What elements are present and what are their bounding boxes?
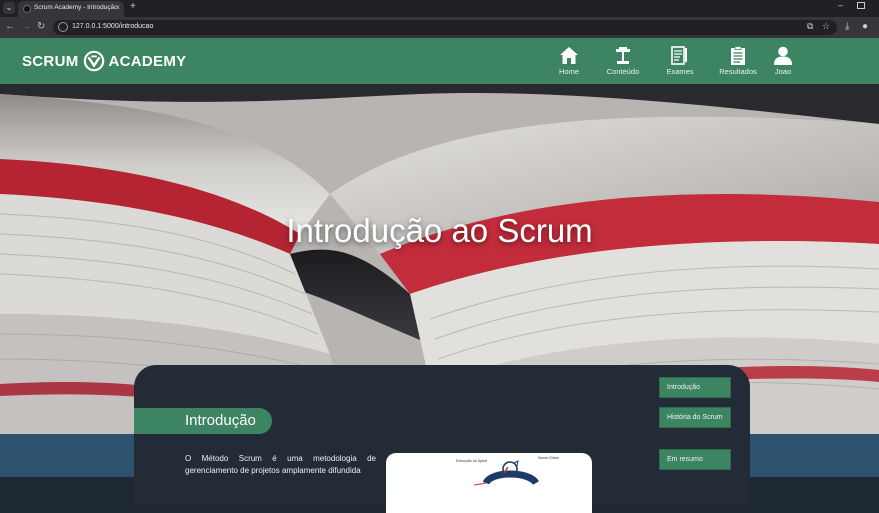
- nav-conteudo[interactable]: Conteúdo: [595, 46, 651, 76]
- browser-tabbar: ⌄ Scrum Academy - Introdução × + –: [0, 0, 879, 17]
- diagram-label-sprint: Execução do Sprint: [456, 459, 488, 463]
- nav-exames[interactable]: Exames: [652, 46, 708, 76]
- site-header: SCRUM ACADEMY Home Conteúdo Exames Resul…: [0, 38, 879, 84]
- scrum-logo-icon: [83, 50, 104, 72]
- new-tab-icon[interactable]: +: [130, 1, 136, 12]
- tab-title: Scrum Academy - Introdução: [34, 4, 118, 11]
- bookmark-star-icon[interactable]: ☆: [822, 21, 830, 32]
- podium-icon: [616, 47, 630, 64]
- scrum-cycle-diagram: [473, 460, 540, 486]
- nav-label: Resultados: [719, 67, 757, 76]
- home-icon: [560, 47, 578, 64]
- intro-paragraph: O Método Scrum é uma metodologia de gere…: [185, 454, 376, 475]
- section-title: Introdução: [185, 412, 256, 429]
- diagram-label-daily: Scrum Diário: [538, 456, 559, 460]
- nav-label: Home: [558, 67, 579, 76]
- site-info-icon[interactable]: [58, 22, 68, 32]
- tab-close-icon[interactable]: ×: [115, 3, 120, 12]
- profile-icon[interactable]: ●: [862, 21, 868, 32]
- address-bar[interactable]: 127.0.0.1:5000/introducao ⧉ ☆: [53, 20, 837, 35]
- brand-logo[interactable]: SCRUM ACADEMY: [22, 50, 187, 72]
- download-icon[interactable]: ⤓: [845, 21, 849, 32]
- nav-label: Joao: [774, 67, 792, 76]
- back-icon[interactable]: ←: [5, 21, 15, 32]
- brand-text-right: ACADEMY: [108, 52, 187, 70]
- scrum-diagram-image: Execução do Sprint Scrum Diário: [386, 453, 592, 513]
- translate-icon[interactable]: ⧉: [807, 21, 813, 32]
- minimize-icon[interactable]: –: [838, 0, 843, 10]
- nav-label: Exames: [666, 67, 694, 76]
- nav-home[interactable]: Home: [541, 46, 597, 76]
- user-icon: [774, 46, 792, 65]
- section-title-pill: Introdução: [134, 408, 272, 434]
- nav-label: Conteúdo: [606, 67, 640, 76]
- forward-icon[interactable]: →: [21, 21, 31, 32]
- tab-search-icon[interactable]: ⌄: [3, 2, 15, 14]
- exam-icon: [671, 46, 687, 65]
- side-nav-em-resumo[interactable]: Em resumo: [659, 449, 731, 470]
- side-nav-introducao[interactable]: Introdução: [659, 377, 731, 398]
- clipboard-icon: [731, 46, 745, 65]
- reload-icon[interactable]: ↻: [37, 21, 45, 32]
- favicon-icon: [23, 5, 31, 13]
- hero-title: Introdução ao Scrum: [286, 212, 593, 249]
- browser-toolbar: ← → ↻ 127.0.0.1:5000/introducao ⧉ ☆ ⤓ ●: [0, 17, 879, 38]
- content-card: Introdução O Método Scrum é uma metodolo…: [134, 365, 750, 513]
- restore-icon[interactable]: [857, 2, 865, 9]
- browser-tab[interactable]: Scrum Academy - Introdução ×: [18, 1, 124, 17]
- nav-user[interactable]: Joao: [755, 46, 811, 76]
- side-nav-historia[interactable]: História do Scrum: [659, 407, 731, 428]
- brand-text-left: SCRUM: [22, 52, 79, 70]
- url-text[interactable]: 127.0.0.1:5000/introducao: [72, 23, 153, 30]
